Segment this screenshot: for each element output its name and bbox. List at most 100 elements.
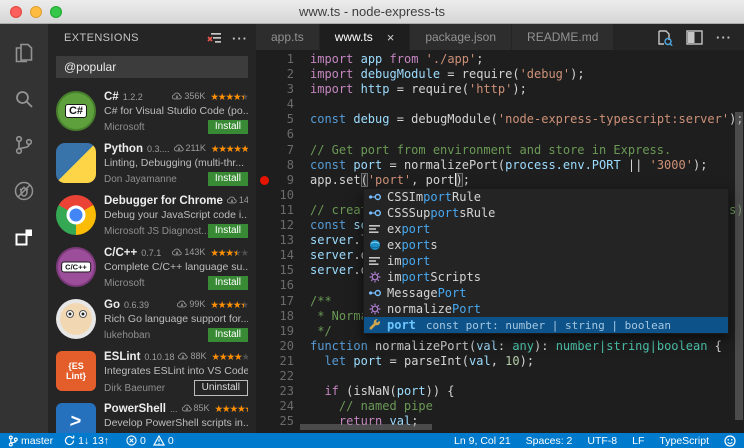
breakpoint-margin[interactable]	[256, 158, 272, 173]
install-button[interactable]: Install	[208, 224, 248, 238]
breakpoint-margin[interactable]	[256, 188, 272, 203]
extension-list-item[interactable]: {ESLint}ESLint0.10.1888K★★★★★★★★★★Integr…	[48, 346, 256, 398]
vertical-scrollbar[interactable]	[735, 112, 743, 420]
breakpoint-margin[interactable]	[256, 218, 272, 233]
breakpoint-margin[interactable]	[256, 278, 272, 293]
suggestion-item[interactable]: normalizePort	[364, 301, 728, 317]
breakpoint-margin[interactable]	[256, 233, 272, 248]
suggestion-item[interactable]: export	[364, 221, 728, 237]
breakpoint-margin[interactable]	[256, 384, 272, 399]
extension-list-item[interactable]: Python0.3....211K★★★★★★★★★★Linting, Debu…	[48, 138, 256, 190]
suggestion-item[interactable]: MessagePort	[364, 285, 728, 301]
line-number: 21	[272, 354, 294, 369]
close-tab-icon[interactable]: ×	[387, 31, 395, 44]
split-editor-icon[interactable]	[686, 30, 703, 45]
extension-publisher: lukehoban	[104, 330, 208, 341]
code-text: function normalizePort(val: any): number…	[294, 339, 722, 354]
breakpoint-margin[interactable]	[256, 67, 272, 82]
extensions-search-input[interactable]	[57, 60, 247, 74]
code-line[interactable]: 21 let port = parseInt(val, 10);	[256, 354, 744, 369]
extension-description: Complete C/C++ language su...	[104, 261, 248, 273]
suggestion-item[interactable]: importScripts	[364, 269, 728, 285]
breakpoint-margin[interactable]	[256, 52, 272, 67]
source-control-icon[interactable]	[0, 122, 48, 168]
breakpoint-margin[interactable]	[256, 354, 272, 369]
code-line[interactable]: 9app.set('port', port);	[256, 173, 744, 188]
language-mode-indicator[interactable]: TypeScript	[659, 435, 709, 447]
code-line[interactable]: 24 // named pipe	[256, 399, 744, 414]
feedback-smiley-icon[interactable]	[724, 435, 736, 447]
code-line[interactable]: 3import http = require('http');	[256, 82, 744, 97]
breakpoint-margin[interactable]	[256, 173, 272, 188]
more-actions-icon[interactable]: ···	[232, 31, 248, 46]
code-line[interactable]: 8const port = normalizePort(process.env.…	[256, 158, 744, 173]
install-button[interactable]: Install	[208, 120, 248, 134]
tab-app.ts[interactable]: app.ts	[256, 24, 320, 50]
uninstall-button[interactable]: Uninstall	[194, 380, 248, 396]
code-line[interactable]: 23 if (isNaN(port)) {	[256, 384, 744, 399]
extension-list-item[interactable]: >PowerShell...85K★★★★★★★★★★Develop Power…	[48, 398, 256, 433]
code-line[interactable]: 4	[256, 97, 744, 112]
breakpoint-margin[interactable]	[256, 324, 272, 339]
debug-icon[interactable]	[0, 168, 48, 214]
breakpoint-margin[interactable]	[256, 112, 272, 127]
suggestion-item[interactable]: CSSSupportsRule	[364, 205, 728, 221]
breakpoint-dot[interactable]	[260, 176, 269, 185]
minimize-window-button[interactable]	[30, 6, 42, 18]
code-line[interactable]: 5const debug = debugModule('node-express…	[256, 112, 744, 127]
suggestion-item[interactable]: CSSImportRule	[364, 189, 728, 205]
line-number: 6	[272, 127, 294, 142]
open-preview-icon[interactable]	[656, 29, 673, 46]
sync-indicator[interactable]: 1↓ 13↑	[64, 435, 109, 447]
breakpoint-margin[interactable]	[256, 248, 272, 263]
tab-README.md[interactable]: README.md	[512, 24, 614, 50]
clear-extensions-filter-icon[interactable]	[207, 32, 222, 45]
more-editor-actions-icon[interactable]: ···	[716, 30, 732, 45]
breakpoint-margin[interactable]	[256, 414, 272, 429]
extension-list-item[interactable]: Go0.6.3999K★★★★★★★★★★Rich Go language su…	[48, 294, 256, 346]
extensions-icon[interactable]	[0, 214, 48, 260]
breakpoint-margin[interactable]	[256, 263, 272, 278]
suggestion-item[interactable]: import	[364, 253, 728, 269]
code-line[interactable]: 1import app from './app';	[256, 52, 744, 67]
breakpoint-margin[interactable]	[256, 309, 272, 324]
breakpoint-margin[interactable]	[256, 399, 272, 414]
extension-description: Develop PowerShell scripts in...	[104, 417, 248, 429]
encoding-indicator[interactable]: UTF-8	[587, 435, 617, 447]
eol-indicator[interactable]: LF	[632, 435, 644, 447]
breakpoint-margin[interactable]	[256, 97, 272, 112]
breakpoint-margin[interactable]	[256, 203, 272, 218]
git-branch-indicator[interactable]: master	[8, 435, 53, 447]
tab-package.json[interactable]: package.json	[410, 24, 512, 50]
maximize-window-button[interactable]	[50, 6, 62, 18]
horizontal-scrollbar[interactable]	[300, 424, 432, 430]
search-icon[interactable]	[0, 76, 48, 122]
code-line[interactable]: 2import debugModule = require('debug');	[256, 67, 744, 82]
breakpoint-margin[interactable]	[256, 294, 272, 309]
breakpoint-margin[interactable]	[256, 369, 272, 384]
extension-list-item[interactable]: C#C#1.2.2356K★★★★★★★★★★C# for Visual Stu…	[48, 86, 256, 138]
breakpoint-margin[interactable]	[256, 143, 272, 158]
code-line[interactable]: 6	[256, 127, 744, 142]
extension-list-item[interactable]: Debugger for Chrome148KDebug your JavaSc…	[48, 190, 256, 242]
explorer-icon[interactable]	[0, 30, 48, 76]
code-line[interactable]: 22	[256, 369, 744, 384]
breakpoint-margin[interactable]	[256, 339, 272, 354]
close-window-button[interactable]	[10, 6, 22, 18]
code-line[interactable]: 20function normalizePort(val: any): numb…	[256, 339, 744, 354]
breakpoint-margin[interactable]	[256, 127, 272, 142]
cursor-position-indicator[interactable]: Ln 9, Col 21	[454, 435, 511, 447]
code-line[interactable]: 7// Get port from environment and store …	[256, 143, 744, 158]
indentation-indicator[interactable]: Spaces: 2	[526, 435, 573, 447]
install-button[interactable]: Install	[208, 172, 248, 186]
breakpoint-margin[interactable]	[256, 82, 272, 97]
code-text: const port = normalizePort(process.env.P…	[294, 158, 707, 173]
tab-www.ts[interactable]: www.ts×	[320, 24, 411, 50]
suggestion-item[interactable]: exports	[364, 237, 728, 253]
install-button[interactable]: Install	[208, 276, 248, 290]
suggestion-item[interactable]: portconst port: number | string | boolea…	[364, 317, 728, 333]
extension-list-item[interactable]: C/C++C/C++0.7.1143K★★★★★★★★★★Complete C/…	[48, 242, 256, 294]
problems-indicator[interactable]: 0 0	[126, 435, 174, 447]
line-number: 22	[272, 369, 294, 384]
install-button[interactable]: Install	[208, 328, 248, 342]
